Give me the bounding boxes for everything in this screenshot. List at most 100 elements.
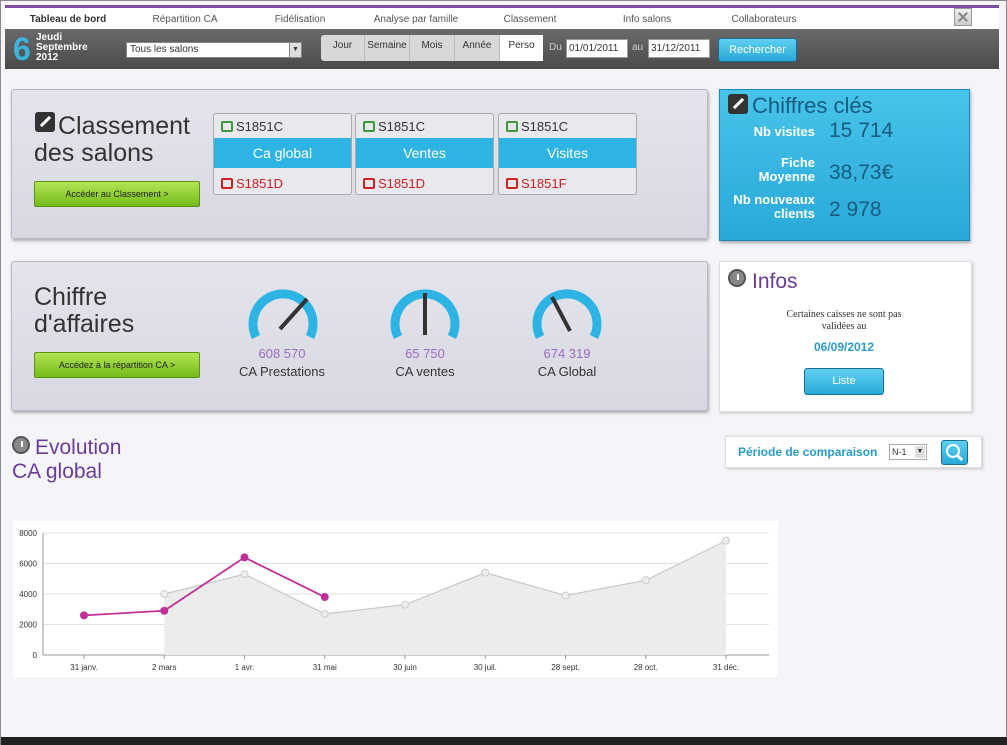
to-date-input[interactable]: 31/12/2011: [648, 39, 710, 58]
kf-new-clients-value: 2 978: [829, 198, 882, 221]
x-tick-label: 2 mars: [152, 663, 176, 672]
access-revenue-split-button[interactable]: Accédez à la répartition CA >: [34, 352, 200, 378]
thumbs-down-icon: [506, 178, 518, 189]
liste-button[interactable]: Liste: [804, 368, 884, 395]
y-tick-label: 4000: [19, 590, 37, 599]
revenue-title-line2: d'affaires: [34, 310, 135, 338]
series-previous-point: [160, 590, 169, 598]
kf-avg-value: 38,73€: [829, 161, 894, 184]
rank-worst-salon: S1851D: [378, 176, 425, 191]
series-previous-point: [561, 591, 570, 600]
current-date-text: Jeudi Septembre 2012: [36, 33, 88, 63]
rank-card-ventes[interactable]: S1851C Ventes S1851D: [355, 113, 494, 195]
kf-visits-value: 15 714: [829, 119, 894, 142]
from-date-input[interactable]: 01/01/2011: [566, 39, 628, 58]
infos-date: 06/09/2012: [813, 340, 875, 354]
period-jour-button[interactable]: Jour: [321, 35, 365, 61]
series-current-point: [160, 606, 169, 615]
gauge-arc: [532, 289, 602, 339]
comparison-search-button[interactable]: [941, 440, 968, 465]
kf-label-line1: Nb visites: [753, 124, 815, 139]
bottom-bar: [1, 737, 1007, 745]
ranking-title-line1: Classement: [58, 112, 190, 140]
evolution-chart: 0 2000 4000 6000 8000 31 janv. 2 mars 1 avr. 31 …: [13, 521, 778, 677]
thumbs-down-icon: [363, 178, 375, 189]
rank-best-salon: S1851C: [236, 119, 283, 134]
infos-message: Certaines caisses ne sont pas validées a…: [761, 309, 927, 333]
year: 2012: [36, 52, 59, 63]
gauge-ca-ventes: [390, 289, 460, 339]
search-icon: [946, 444, 964, 462]
tab-analyse-par-famille[interactable]: Analyse par famille: [357, 14, 475, 25]
comparison-select-value: N-1: [892, 447, 907, 457]
kf-label-line2: clients: [773, 206, 815, 221]
comparison-label: Période de comparaison: [738, 445, 878, 459]
series-current-point: [240, 553, 249, 562]
tab-collaborateurs[interactable]: Collaborateurs: [717, 14, 811, 25]
gauge-value: 65 750: [405, 346, 445, 361]
search-button[interactable]: Rechercher: [718, 38, 797, 62]
series-previous-point: [240, 570, 249, 579]
access-ranking-button[interactable]: Accéder au Classement >: [34, 181, 200, 207]
gauge-label: CA ventes: [395, 364, 455, 379]
clock-icon: [728, 269, 746, 287]
x-tick-label: 30 juil.: [474, 663, 497, 672]
period-perso-button[interactable]: Perso: [500, 35, 543, 61]
tab-info-salons[interactable]: Info salons: [608, 14, 686, 25]
series-previous-point: [481, 568, 490, 577]
tab-repartition-ca[interactable]: Répartition CA: [135, 14, 235, 25]
evolution-title-line2: CA global: [12, 460, 102, 483]
kf-new-clients-label: Nb nouveaux clients: [725, 193, 815, 221]
ranking-title-line2: des salons: [34, 139, 154, 167]
period-mois-button[interactable]: Mois: [410, 35, 455, 61]
period-semaine-button[interactable]: Semaine: [365, 35, 410, 61]
thumbs-up-icon: [363, 121, 375, 132]
series-current-point: [80, 611, 88, 620]
x-tick-label: 31 mai: [313, 663, 337, 672]
y-tick-label: 0: [33, 651, 38, 660]
tab-tableau-de-bord[interactable]: Tableau de bord: [15, 14, 121, 25]
x-tick-label: 1 avr.: [235, 663, 255, 672]
rank-category: Ventes: [356, 138, 493, 168]
salon-select[interactable]: Tous les salons ▼: [126, 42, 302, 58]
x-tick-label: 31 janv.: [70, 663, 97, 672]
gauge-needle: [278, 297, 309, 331]
rank-card-ca-global[interactable]: S1851C Ca global S1851D: [213, 113, 352, 195]
rank-category: Visites: [499, 138, 636, 168]
infos-message-line2: validées au: [821, 321, 867, 332]
rank-category: Ca global: [214, 138, 351, 168]
series-previous-point: [641, 576, 650, 585]
x-tick-label: 28 sept.: [551, 663, 579, 672]
tab-classement[interactable]: Classement: [489, 14, 571, 25]
kf-label-line1: Fiche: [781, 155, 815, 170]
period-selector: Jour Semaine Mois Année Perso: [321, 35, 543, 61]
from-label: Du: [549, 42, 562, 53]
chevron-down-icon[interactable]: ▼: [289, 43, 301, 57]
rank-worst-salon: S1851F: [521, 176, 567, 191]
revenue-title-line1: Chiffre: [34, 283, 108, 311]
kf-visits-label: Nb visites: [725, 125, 815, 139]
gauge-value: 674 319: [543, 346, 591, 361]
series-previous-point: [722, 536, 730, 545]
series-current-point: [320, 593, 329, 602]
period-annee-button[interactable]: Année: [455, 35, 500, 61]
salon-select-value: Tous les salons: [130, 44, 199, 55]
gauge-value: 608 570: [258, 346, 306, 361]
gauge-ca-global: [532, 289, 602, 339]
thumbs-up-icon: [221, 121, 233, 132]
pencil-icon: [35, 112, 55, 132]
kf-avg-label: Fiche Moyenne: [725, 156, 815, 184]
evolution-chart-svg: 0 2000 4000 6000 8000 31 janv. 2 mars 1 avr. 31 …: [19, 529, 769, 672]
infos-title: Infos: [752, 270, 798, 293]
pencil-icon: [728, 94, 748, 114]
current-day: 6: [13, 31, 31, 67]
thumbs-up-icon: [506, 121, 518, 132]
gauge-needle: [550, 296, 572, 332]
close-icon[interactable]: [954, 8, 972, 26]
rank-card-visites[interactable]: S1851C Visites S1851F: [498, 113, 637, 195]
main-tab-bar: Tableau de bord Répartition CA Fidélisat…: [5, 5, 999, 34]
y-tick-label: 2000: [19, 621, 37, 630]
filter-toolbar: 6 Jeudi Septembre 2012 Tous les salons ▼…: [5, 29, 999, 69]
tab-fidelisation[interactable]: Fidélisation: [255, 14, 345, 25]
comparison-select[interactable]: N-1 ▼: [889, 444, 927, 460]
